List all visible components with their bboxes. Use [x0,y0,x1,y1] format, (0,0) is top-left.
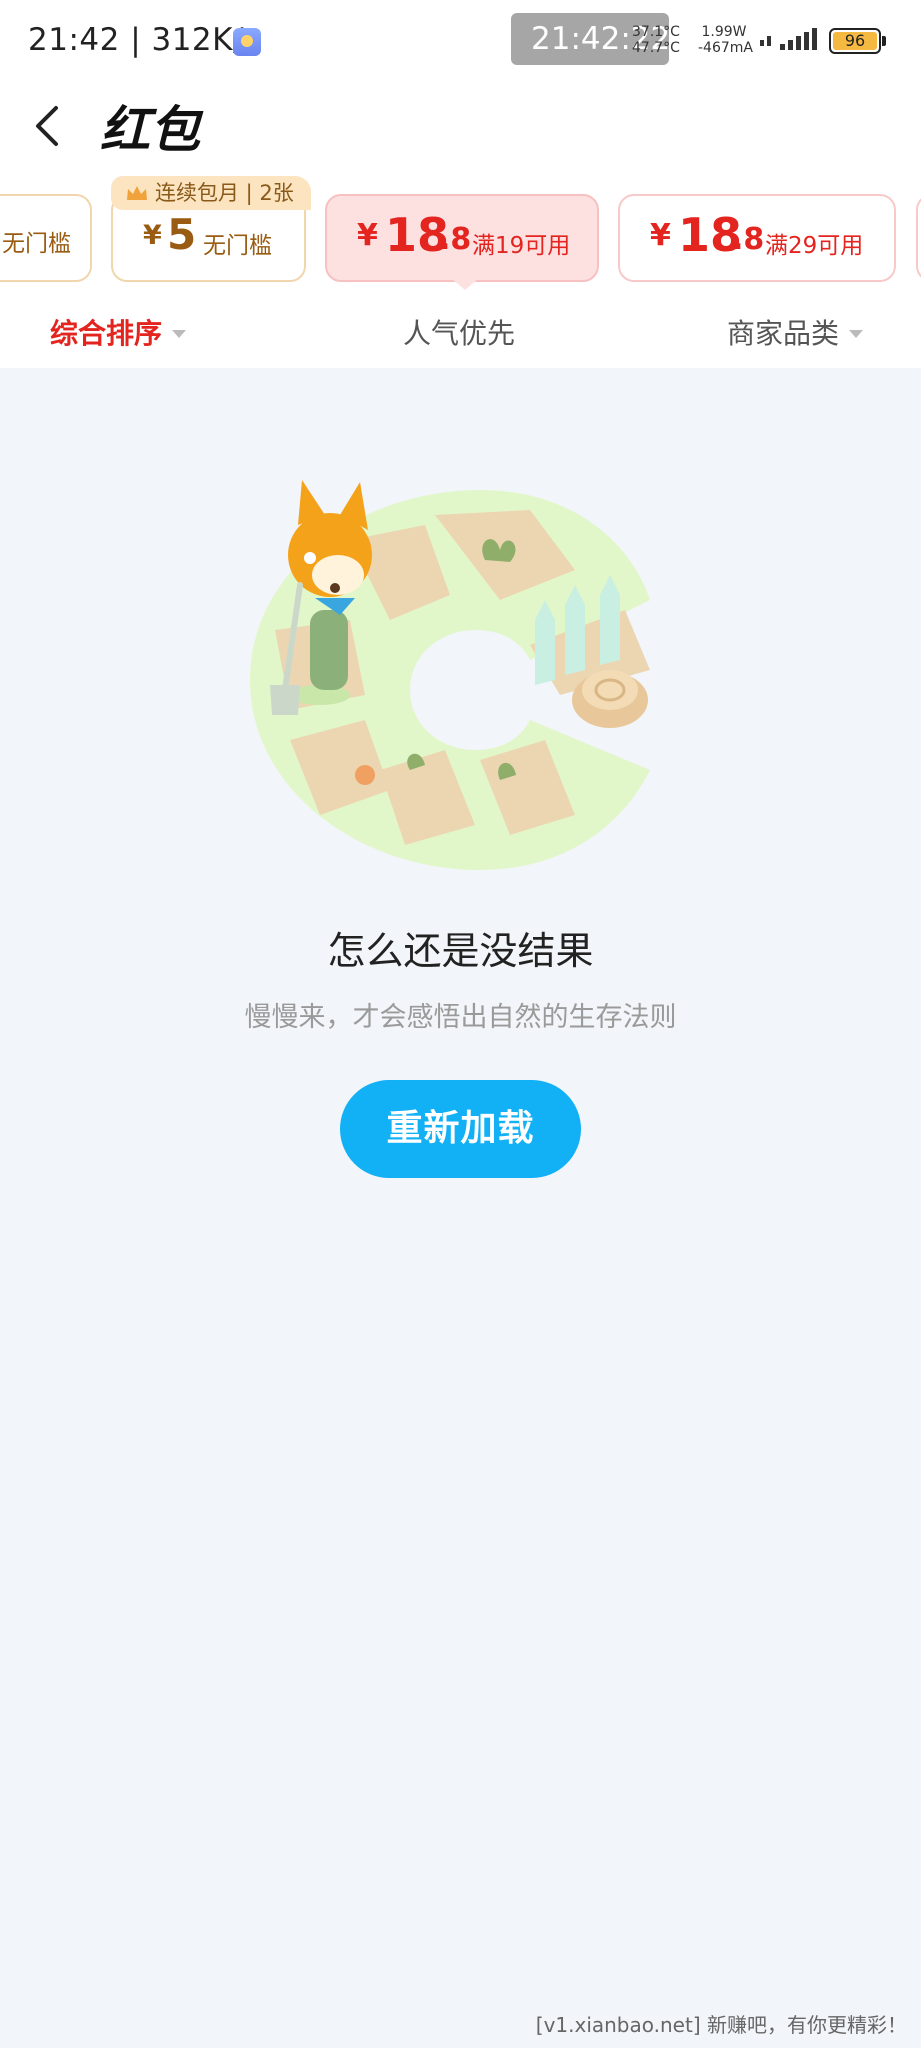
status-bar: 21:42 | 312K/s 21:42:22 37.1°C 47.7°C 1.… [0,0,921,82]
empty-state-subtitle: 慢慢来，才会感悟出自然的生存法则 [244,1002,677,1033]
battery-icon: 96 [829,28,886,54]
sort-bar: 综合排序 人气优先 商家品类 [0,296,921,368]
reload-button[interactable]: 重新加载 [340,1080,581,1178]
coupon-currency: ¥ [650,218,671,253]
sort-merchant-category[interactable]: 商家品类 [727,312,864,352]
caret-down-icon [172,330,187,338]
coupon-currency: ¥ [143,220,162,251]
sort-label: 综合排序 [50,317,163,350]
caret-down-icon [849,330,864,338]
crown-icon [127,186,147,200]
temp-line-1: 37.1°C [632,24,680,40]
monthly-badge: 连续包月 | 2张 [111,176,311,210]
signal-icon [760,28,817,50]
sort-label: 人气优先 [403,317,516,350]
coupon-card[interactable]: ¥ 18 .8 满29可用 [618,194,896,282]
power-line-1: 1.99W [701,24,747,40]
battery-level: 96 [833,32,877,50]
coupon-condition: 满19可用 [472,233,571,259]
sort-popularity[interactable]: 人气优先 [403,312,515,352]
coupon-currency: ¥ [357,218,378,253]
coupon-card-selected[interactable]: ¥ 18 .8 满19可用 [325,194,599,282]
coupon-price-dec: .8 [732,222,765,257]
coupon-price-dec: .8 [439,222,472,257]
power-line-2: -467mA [698,40,753,56]
watermark: [v1.xianbao.net] 新赚吧，有你更精彩！ [535,2013,907,2037]
page-header: 红包 [0,82,921,170]
sort-label: 商家品类 [727,317,840,350]
coupon-price: 5 [167,210,197,259]
monthly-badge-text: 连续包月 | 2张 [155,181,294,205]
temp-line-2: 47.7°C [632,40,680,56]
status-time: 21:42 | 312K/s [28,22,261,58]
back-arrow-icon[interactable] [22,96,82,156]
page-title: 红包 [100,101,200,159]
empty-state-illustration [250,480,650,870]
temperature-readout: 37.1°C 47.7°C [632,24,680,56]
empty-state-title: 怎么还是没结果 [327,929,594,973]
sort-comprehensive[interactable]: 综合排序 [50,312,187,352]
coupon-condition: 无门槛 [2,231,71,257]
power-readout: 1.99W -467mA [698,24,753,56]
coupon-card[interactable]: 无门槛 [0,194,92,282]
app-notification-icon [233,28,261,56]
selected-pointer [451,278,479,290]
coupon-condition: 满29可用 [765,233,864,259]
coupon-condition: 无门槛 [203,233,272,259]
coupon-card[interactable] [916,194,921,282]
